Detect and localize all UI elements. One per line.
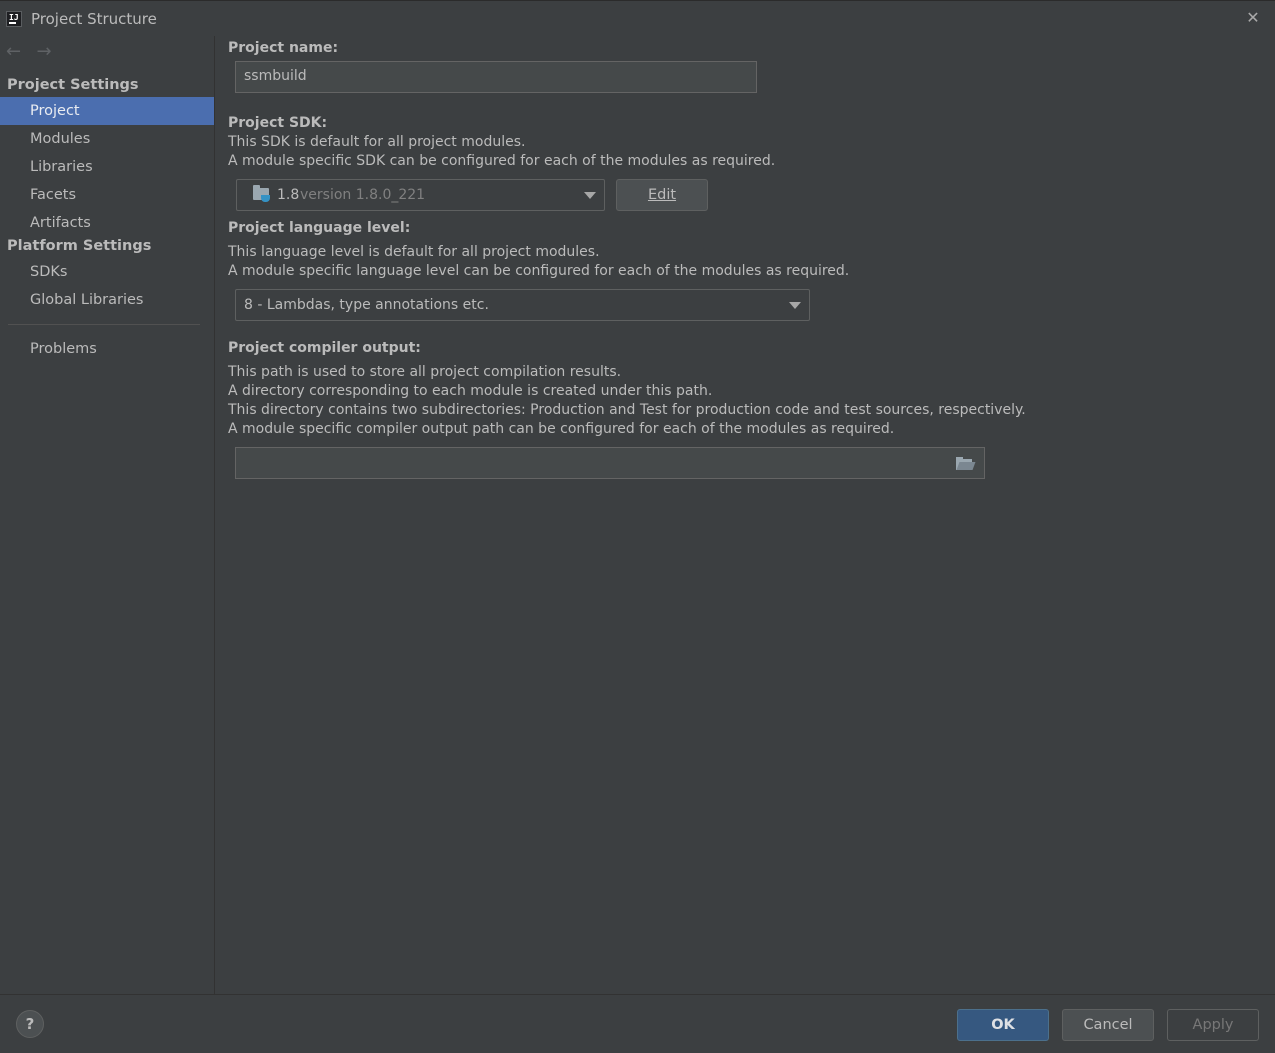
compiler-output-desc-2: A directory corresponding to each module…	[228, 383, 713, 399]
sdk-folder-icon	[253, 185, 270, 202]
compiler-output-path-input[interactable]	[235, 447, 985, 479]
nav-arrows: ← →	[6, 41, 62, 62]
project-name-input[interactable]: ssmbuild	[235, 61, 757, 93]
chevron-down-icon	[584, 192, 596, 199]
help-button[interactable]: ?	[16, 1010, 44, 1038]
title-bar: IJ Project Structure ✕	[0, 0, 1275, 37]
sdk-version: version 1.8.0_221	[300, 187, 426, 203]
compiler-output-desc-3: This directory contains two subdirectori…	[228, 402, 1026, 418]
dialog-footer: ? OK Cancel Apply	[0, 994, 1275, 1053]
sidebar-item-facets[interactable]: Facets	[0, 181, 214, 209]
cancel-button[interactable]: Cancel	[1062, 1009, 1154, 1041]
browse-folder-icon[interactable]	[956, 457, 976, 470]
apply-button[interactable]: Apply	[1167, 1009, 1259, 1041]
sidebar-item-artifacts[interactable]: Artifacts	[0, 209, 214, 237]
language-level-desc-1: This language level is default for all p…	[228, 244, 600, 260]
ok-button[interactable]: OK	[957, 1009, 1049, 1041]
compiler-output-desc-1: This path is used to store all project c…	[228, 364, 622, 380]
back-arrow-icon[interactable]: ←	[6, 41, 32, 62]
sidebar-divider	[8, 324, 200, 325]
sdk-name: 1.8	[277, 187, 300, 203]
project-sdk-desc-1: This SDK is default for all project modu…	[228, 134, 526, 150]
sidebar-item-libraries[interactable]: Libraries	[0, 153, 214, 181]
language-level-desc-2: A module specific language level can be …	[228, 263, 850, 279]
project-settings-panel: Project name: ssmbuild Project SDK: This…	[215, 36, 1275, 994]
compiler-output-desc-4: A module specific compiler output path c…	[228, 421, 895, 437]
sidebar: ← → Project Settings Project Modules Lib…	[0, 36, 215, 994]
language-level-value: 8 - Lambdas, type annotations etc.	[244, 297, 489, 313]
sidebar-item-modules[interactable]: Modules	[0, 125, 214, 153]
edit-button-label: Edit	[647, 187, 677, 203]
edit-sdk-button[interactable]: Edit	[616, 179, 708, 211]
window-title: Project Structure	[31, 10, 157, 28]
close-icon[interactable]: ✕	[1244, 9, 1262, 27]
project-name-label: Project name:	[228, 40, 339, 56]
intellij-app-icon: IJ	[6, 11, 22, 27]
forward-arrow-icon[interactable]: →	[36, 41, 62, 62]
sidebar-item-global-libraries[interactable]: Global Libraries	[0, 286, 214, 314]
project-sdk-dropdown[interactable]: 1.8 version 1.8.0_221	[236, 179, 605, 211]
sidebar-item-problems[interactable]: Problems	[0, 335, 214, 363]
chevron-down-icon	[789, 302, 801, 309]
platform-settings-header: Platform Settings	[7, 238, 152, 254]
language-level-dropdown[interactable]: 8 - Lambdas, type annotations etc.	[235, 289, 810, 321]
project-settings-header: Project Settings	[7, 77, 139, 93]
project-sdk-desc-2: A module specific SDK can be configured …	[228, 153, 776, 169]
compiler-output-label: Project compiler output:	[228, 340, 421, 356]
sidebar-item-sdks[interactable]: SDKs	[0, 258, 214, 286]
app-icon-text: IJ	[9, 13, 19, 22]
language-level-label: Project language level:	[228, 220, 411, 236]
sidebar-item-project[interactable]: Project	[0, 97, 214, 125]
project-sdk-label: Project SDK:	[228, 115, 328, 131]
